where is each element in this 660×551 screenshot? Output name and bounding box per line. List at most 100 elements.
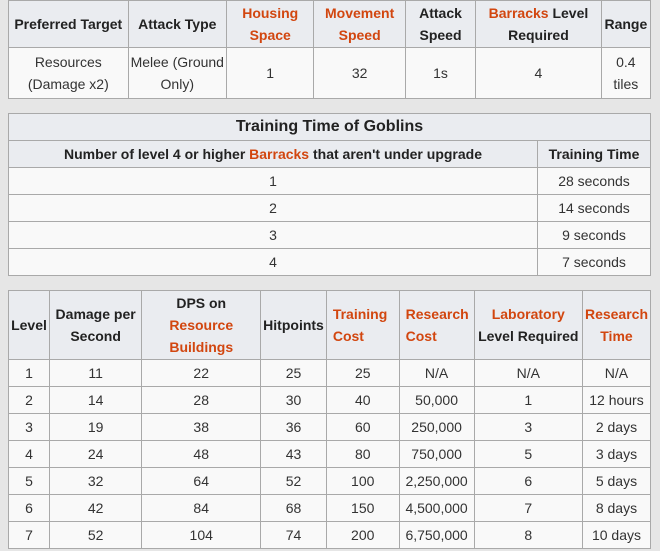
cell-training-cost: 60 (325, 413, 400, 441)
barracks-link[interactable]: Barracks (249, 146, 309, 162)
cell-dps-resource: 84 (141, 494, 262, 522)
cell-preferred-target: Resources (Damage x2) (8, 47, 129, 99)
cell-barracks-count: 1 (8, 167, 538, 195)
cell-dps-resource: 28 (141, 386, 262, 414)
cell-training-cost: 150 (325, 494, 400, 522)
cell-research-cost: 4,500,000 (398, 494, 475, 522)
cell-dps-resource: 38 (141, 413, 262, 441)
cell-hitpoints: 30 (260, 386, 327, 414)
barracks-link[interactable]: Barracks (489, 5, 549, 21)
cell-training-time: 9 seconds (537, 221, 651, 249)
header-movement-speed[interactable]: Movement Speed (313, 0, 406, 48)
table-row: 7 52 104 74 200 6,750,000 8 10 days (8, 521, 652, 549)
cell-dps: 42 (48, 494, 143, 522)
cell-hitpoints: 74 (260, 521, 327, 549)
table-row: 1 11 22 25 25 N/A N/A N/A (8, 359, 652, 387)
cell-research-time: 8 days (581, 494, 652, 522)
cell-lab-level: 8 (473, 521, 583, 549)
lab-level-label: Level Required (478, 328, 579, 344)
cell-lab-level: 6 (473, 467, 583, 495)
cell-lab-level: N/A (473, 359, 583, 387)
level-stats-table: Level Damage per Second DPS on Resource B… (8, 290, 652, 549)
cell-hitpoints: 43 (260, 440, 327, 468)
cell-lab-level: 3 (473, 413, 583, 441)
cell-dps: 11 (48, 359, 143, 387)
cell-research-time: 12 hours (581, 386, 652, 414)
table-row: 47 seconds (8, 248, 651, 276)
cell-lab-level: 5 (473, 440, 583, 468)
table-row: Resources (Damage x2) Melee (Ground Only… (8, 47, 652, 99)
cell-research-cost: 750,000 (398, 440, 475, 468)
header-lab-level: Laboratory Level Required (473, 290, 583, 360)
cell-research-cost: 2,250,000 (398, 467, 475, 495)
cell-research-cost: N/A (398, 359, 475, 387)
laboratory-link[interactable]: Laboratory (492, 306, 565, 322)
cell-barracks-count: 3 (8, 221, 538, 249)
header-dps: Damage per Second (48, 290, 143, 360)
troop-stats-table: Preferred Target Attack Type Housing Spa… (8, 0, 652, 99)
cell-hitpoints: 36 (260, 413, 327, 441)
barracks-count-label-end: that aren't under upgrade (309, 146, 482, 162)
resource-buildings-link[interactable]: Resource Buildings (169, 317, 233, 355)
cell-housing-space: 1 (225, 47, 315, 99)
header-hitpoints: Hitpoints (260, 290, 327, 360)
cell-research-cost: 250,000 (398, 413, 475, 441)
cell-dps: 14 (48, 386, 143, 414)
cell-dps-resource: 48 (141, 440, 262, 468)
cell-training-cost: 100 (325, 467, 400, 495)
cell-training-cost: 40 (325, 386, 400, 414)
cell-level: 3 (8, 413, 50, 441)
cell-research-cost: 6,750,000 (398, 521, 475, 549)
cell-training-cost: 25 (325, 359, 400, 387)
header-research-time[interactable]: Research Time (581, 290, 652, 360)
barracks-count-label: Number of level 4 or higher (64, 146, 250, 162)
cell-barracks-count: 4 (8, 248, 538, 276)
table-row: 4 24 48 43 80 750,000 5 3 days (8, 440, 652, 468)
header-research-cost[interactable]: Research Cost (398, 290, 475, 360)
training-time-caption: Training Time of Goblins (8, 113, 651, 141)
header-dps-resource: DPS on Resource Buildings (141, 290, 262, 360)
table-row: 2 14 28 30 40 50,000 1 12 hours (8, 386, 652, 414)
cell-level: 5 (8, 467, 50, 495)
header-barracks-count: Number of level 4 or higher Barracks tha… (8, 140, 538, 168)
cell-dps: 19 (48, 413, 143, 441)
cell-movement-speed: 32 (313, 47, 406, 99)
header-training-time: Training Time (537, 140, 651, 168)
cell-lab-level: 7 (473, 494, 583, 522)
header-training-cost[interactable]: Training Cost (325, 290, 400, 360)
cell-dps: 24 (48, 440, 143, 468)
cell-research-time: 5 days (581, 467, 652, 495)
table-row: 39 seconds (8, 221, 651, 249)
cell-training-time: 28 seconds (537, 167, 651, 195)
table-row: 1 28 seconds (8, 167, 651, 195)
header-housing-space[interactable]: Housing Space (225, 0, 315, 48)
cell-research-time: 3 days (581, 440, 652, 468)
cell-lab-level: 1 (473, 386, 583, 414)
cell-dps-resource: 22 (141, 359, 262, 387)
cell-hitpoints: 25 (260, 359, 327, 387)
cell-range: 0.4 tiles (600, 47, 652, 99)
cell-level: 4 (8, 440, 50, 468)
header-range: Range (600, 0, 652, 48)
cell-research-cost: 50,000 (398, 386, 475, 414)
header-attack-type: Attack Type (127, 0, 228, 48)
cell-level: 2 (8, 386, 50, 414)
cell-dps-resource: 104 (141, 521, 262, 549)
table-row: 2 14 seconds (8, 194, 651, 222)
table-row: 5 32 64 52 100 2,250,000 6 5 days (8, 467, 652, 495)
table-row: 3 19 38 36 60 250,000 3 2 days (8, 413, 652, 441)
cell-barracks-count: 2 (8, 194, 538, 222)
cell-barracks-level: 4 (475, 47, 602, 99)
cell-hitpoints: 52 (260, 467, 327, 495)
cell-dps-resource: 64 (141, 467, 262, 495)
cell-research-time: 2 days (581, 413, 652, 441)
cell-level: 7 (8, 521, 50, 549)
cell-training-cost: 80 (325, 440, 400, 468)
cell-training-time: 14 seconds (537, 194, 651, 222)
cell-research-time: N/A (581, 359, 652, 387)
dps-resource-label: DPS on (176, 295, 227, 311)
header-attack-speed: Attack Speed (404, 0, 477, 48)
cell-research-time: 10 days (581, 521, 652, 549)
header-level: Level (8, 290, 50, 360)
cell-training-time: 7 seconds (537, 248, 651, 276)
